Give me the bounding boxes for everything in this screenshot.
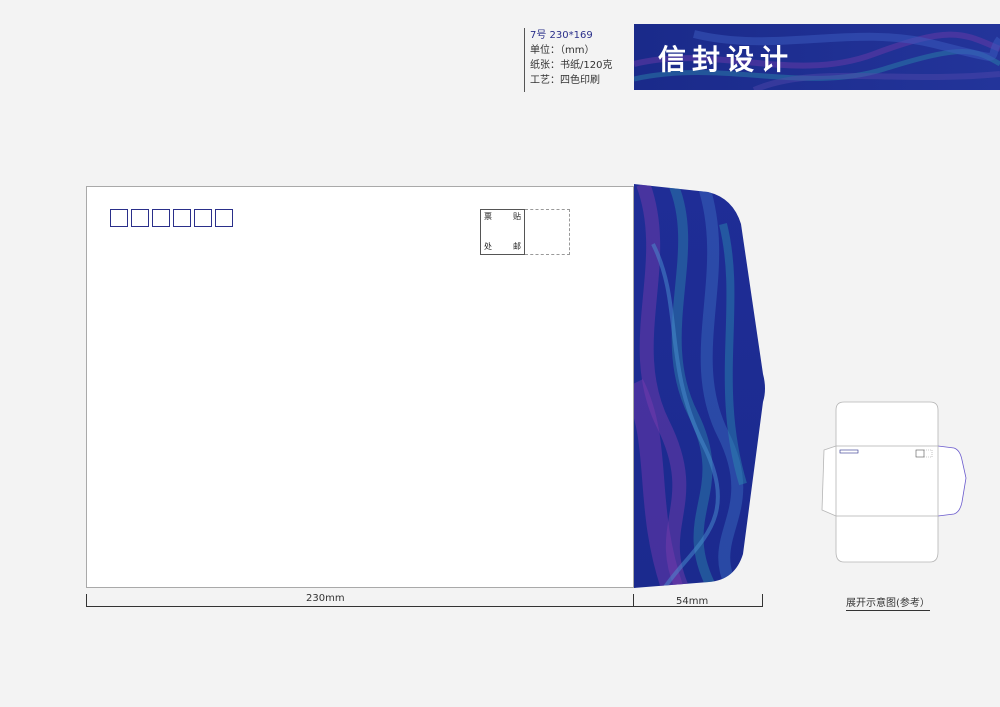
stamp-char-tr: 贴 bbox=[513, 212, 521, 221]
postal-code-box bbox=[131, 209, 149, 227]
envelope-front: 票 贴 处 邮 bbox=[86, 186, 634, 588]
envelope-flap bbox=[634, 184, 765, 588]
spec-process: 工艺：四色印刷 bbox=[530, 75, 600, 86]
banner-title: 信封设计 bbox=[658, 43, 795, 76]
postal-code-box bbox=[194, 209, 212, 227]
title-banner: 信封设计 bbox=[634, 24, 1000, 90]
postal-code-box bbox=[215, 209, 233, 227]
postal-code-box bbox=[152, 209, 170, 227]
spec-unit: 单位：（mm） bbox=[530, 45, 595, 56]
dimension-tick bbox=[86, 594, 87, 606]
postal-code-box bbox=[173, 209, 191, 227]
dimension-line-width bbox=[86, 606, 634, 607]
spec-block: 7号 230*169 单位：（mm） 纸张：书纸/120克 工艺：四色印刷 bbox=[524, 28, 635, 92]
postal-code-boxes bbox=[110, 209, 236, 227]
spec-paper: 纸张：书纸/120克 bbox=[530, 60, 613, 71]
width-label: 230mm bbox=[306, 593, 345, 604]
stamp-char-tl: 票 bbox=[484, 212, 492, 221]
stamp-box bbox=[525, 209, 570, 255]
postal-code-box bbox=[110, 209, 128, 227]
dimension-tick bbox=[633, 594, 634, 606]
stamp-char-bl: 处 bbox=[484, 242, 492, 251]
stamp-char-br: 邮 bbox=[513, 242, 521, 251]
spec-size: 7号 230*169 bbox=[530, 30, 593, 41]
unfolded-preview-diagram bbox=[821, 401, 967, 563]
stamp-label: 票 贴 处 邮 bbox=[480, 209, 525, 255]
dimension-tick bbox=[762, 594, 763, 606]
flap-label: 54mm bbox=[676, 596, 709, 607]
stamp-area: 票 贴 处 邮 bbox=[480, 209, 570, 255]
preview-caption: 展开示意图(参考） bbox=[846, 594, 930, 611]
